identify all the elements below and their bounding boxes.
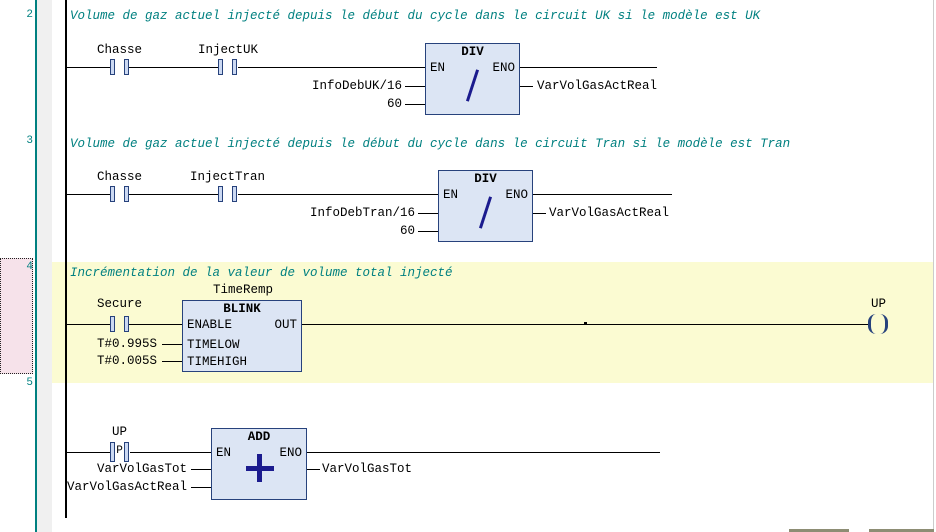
wire <box>238 194 438 195</box>
operand-label[interactable]: 60 <box>387 98 402 111</box>
contact-icon[interactable] <box>217 59 238 75</box>
wire <box>162 344 182 345</box>
block-title: ADD <box>212 431 306 444</box>
wire <box>307 469 320 470</box>
positive-edge-contact-icon[interactable]: P <box>109 442 130 462</box>
wire <box>130 452 211 453</box>
operand-label[interactable]: T#0.995S <box>97 338 157 351</box>
contact-icon[interactable] <box>109 316 130 332</box>
output-operand-label[interactable]: VarVolGasActReal <box>549 207 669 220</box>
pin-eno: ENO <box>492 62 515 75</box>
contact-label[interactable]: Secure <box>97 298 142 311</box>
ladder-logic-editor: 2 3 4 5 Volume de gaz actuel injecté dep… <box>0 0 936 532</box>
divide-operator-icon <box>466 69 479 101</box>
rung-4-selection-marker[interactable] <box>0 258 33 374</box>
wire <box>162 361 182 362</box>
wire <box>238 67 425 68</box>
block-title: DIV <box>426 46 519 59</box>
wire <box>533 194 672 195</box>
contact-bar-icon <box>218 59 223 75</box>
operand-label[interactable]: 60 <box>400 225 415 238</box>
contact-label[interactable]: InjectUK <box>198 44 258 57</box>
wire <box>533 213 546 214</box>
block-instance-name[interactable]: TimeRemp <box>213 284 273 297</box>
contact-bar-icon <box>110 59 115 75</box>
block-title: BLINK <box>183 303 301 316</box>
pin-eno: ENO <box>279 447 302 460</box>
div-function-block[interactable]: DIV EN ENO <box>425 43 520 115</box>
output-operand-label[interactable]: VarVolGasTot <box>322 463 412 476</box>
add-function-block[interactable]: ADD EN ENO <box>211 428 307 500</box>
contact-bar-icon <box>110 316 115 332</box>
edge-modifier-label: P <box>109 445 130 457</box>
coil-right-paren-icon <box>880 314 888 334</box>
pin-enable: ENABLE <box>187 319 232 332</box>
contact-label[interactable]: Chasse <box>97 171 142 184</box>
div-function-block[interactable]: DIV EN ENO <box>438 170 533 242</box>
wire <box>67 194 110 195</box>
gutter-divider <box>35 0 37 532</box>
right-border <box>933 0 934 532</box>
operand-label[interactable]: InfoDebUK/16 <box>312 80 402 93</box>
coil-label[interactable]: UP <box>871 298 886 311</box>
wire <box>405 104 425 105</box>
contact-label[interactable]: UP <box>112 426 127 439</box>
pin-timelow: TIMELOW <box>187 339 240 352</box>
wire <box>129 194 219 195</box>
wire <box>191 487 211 488</box>
rung-comment[interactable]: Volume de gaz actuel injecté depuis le d… <box>70 9 760 23</box>
pin-out: OUT <box>274 319 297 332</box>
contact-bar-icon <box>232 59 237 75</box>
wire <box>191 469 211 470</box>
divide-operator-icon <box>479 196 492 228</box>
block-title: DIV <box>439 173 532 186</box>
pin-eno: ENO <box>505 189 528 202</box>
output-operand-label[interactable]: VarVolGasActReal <box>537 80 657 93</box>
contact-bar-icon <box>218 186 223 202</box>
operand-label[interactable]: VarVolGasActReal <box>67 481 187 494</box>
wire <box>418 231 438 232</box>
rung-number-4[interactable]: 4 <box>0 261 33 273</box>
rung-number-5[interactable]: 5 <box>0 377 33 389</box>
contact-bar-icon <box>110 186 115 202</box>
gutter-column <box>37 0 52 532</box>
wire <box>520 67 657 68</box>
contact-label[interactable]: Chasse <box>97 44 142 57</box>
blink-function-block[interactable]: BLINK ENABLE OUT TIMELOW TIMEHIGH <box>182 300 302 372</box>
pin-en: EN <box>430 62 445 75</box>
wire <box>67 452 110 453</box>
contact-icon[interactable] <box>109 59 130 75</box>
rung-number-2[interactable]: 2 <box>0 9 33 21</box>
rung-comment[interactable]: Volume de gaz actuel injecté depuis le d… <box>70 137 790 151</box>
wire <box>129 324 182 325</box>
contact-label[interactable]: InjectTran <box>190 171 265 184</box>
coil-left-paren-icon <box>868 314 876 334</box>
operand-label[interactable]: VarVolGasTot <box>97 463 187 476</box>
operand-label[interactable]: T#0.005S <box>97 355 157 368</box>
wire <box>520 86 533 87</box>
pin-en: EN <box>443 189 458 202</box>
coil-icon[interactable] <box>865 314 891 334</box>
wire <box>129 67 219 68</box>
plus-operator-icon <box>257 454 262 482</box>
rung-comment[interactable]: Incrémentation de la valeur de volume to… <box>70 266 453 280</box>
left-power-rail <box>65 0 67 518</box>
wire <box>67 324 110 325</box>
pin-timehigh: TIMEHIGH <box>187 356 247 369</box>
wire <box>307 452 660 453</box>
contact-icon[interactable] <box>109 186 130 202</box>
wire <box>67 67 110 68</box>
wire <box>405 86 425 87</box>
pin-en: EN <box>216 447 231 460</box>
rung-number-3[interactable]: 3 <box>0 135 33 147</box>
wire-junction-dot <box>584 322 587 325</box>
operand-label[interactable]: InfoDebTran/16 <box>310 207 415 220</box>
wire <box>418 213 438 214</box>
contact-icon[interactable] <box>217 186 238 202</box>
contact-bar-icon <box>232 186 237 202</box>
